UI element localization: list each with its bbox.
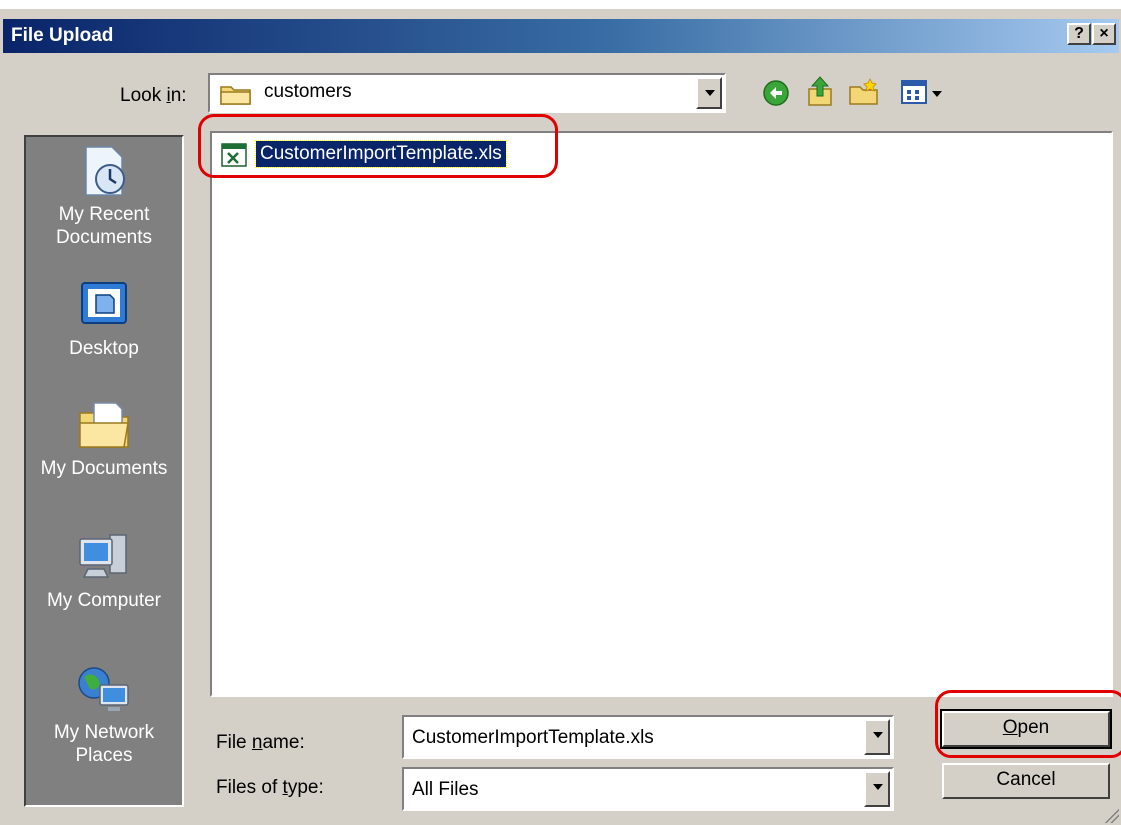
title-bar[interactable]: File Upload ? × bbox=[3, 19, 1119, 53]
place-label: My Recent Documents bbox=[55, 204, 153, 248]
place-label: My Network Places bbox=[53, 722, 155, 766]
file-name-label: File name: bbox=[216, 732, 305, 753]
file-upload-dialog: File Upload ? × Look in: customers My Re… bbox=[0, 8, 1121, 825]
resize-grip[interactable] bbox=[1103, 807, 1119, 823]
places-bar: My Recent Documents Desktop My Documents bbox=[24, 135, 184, 807]
look-in-dropdown-button[interactable] bbox=[696, 77, 722, 109]
file-type-value: All Files bbox=[412, 779, 479, 800]
place-label: Desktop bbox=[69, 338, 139, 359]
back-icon[interactable] bbox=[762, 79, 790, 107]
place-my-computer[interactable]: My Computer bbox=[26, 529, 182, 612]
my-documents-icon bbox=[79, 402, 129, 448]
look-in-value: customers bbox=[264, 81, 352, 102]
file-type-dropdown[interactable]: All Files bbox=[402, 767, 894, 811]
up-folder-icon[interactable] bbox=[806, 75, 836, 107]
look-in-dropdown[interactable]: customers bbox=[208, 73, 726, 113]
folder-icon bbox=[220, 86, 251, 105]
recent-documents-icon bbox=[85, 146, 125, 196]
my-network-places-icon bbox=[78, 667, 129, 711]
place-label: My Documents bbox=[40, 458, 168, 479]
dialog-title: File Upload bbox=[11, 25, 114, 46]
file-type-dropdown-button[interactable] bbox=[864, 771, 890, 807]
file-name-dropdown-button[interactable] bbox=[864, 719, 890, 755]
place-my-documents[interactable]: My Documents bbox=[26, 397, 182, 480]
desktop-icon bbox=[81, 282, 127, 324]
file-name: CustomerImportTemplate.xls bbox=[255, 140, 507, 168]
file-type-label: Files of type: bbox=[216, 777, 324, 798]
cancel-button[interactable]: Cancel bbox=[942, 763, 1110, 799]
open-button[interactable]: Open bbox=[940, 709, 1112, 749]
my-computer-icon bbox=[79, 534, 127, 578]
view-menu-icon[interactable] bbox=[900, 79, 944, 107]
place-my-network-places[interactable]: My Network Places bbox=[26, 661, 182, 767]
place-desktop[interactable]: Desktop bbox=[26, 277, 182, 360]
place-label: My Computer bbox=[46, 590, 162, 611]
file-name-value: CustomerImportTemplate.xls bbox=[412, 727, 654, 748]
excel-file-icon bbox=[221, 143, 247, 167]
help-button[interactable]: ? bbox=[1067, 23, 1091, 45]
file-list[interactable]: CustomerImportTemplate.xls bbox=[210, 131, 1113, 697]
place-my-recent-documents[interactable]: My Recent Documents bbox=[26, 143, 182, 249]
look-in-label: Look in: bbox=[120, 85, 187, 106]
close-button[interactable]: × bbox=[1092, 23, 1116, 45]
file-name-combobox[interactable]: CustomerImportTemplate.xls bbox=[402, 715, 894, 759]
new-folder-icon[interactable] bbox=[848, 77, 880, 107]
